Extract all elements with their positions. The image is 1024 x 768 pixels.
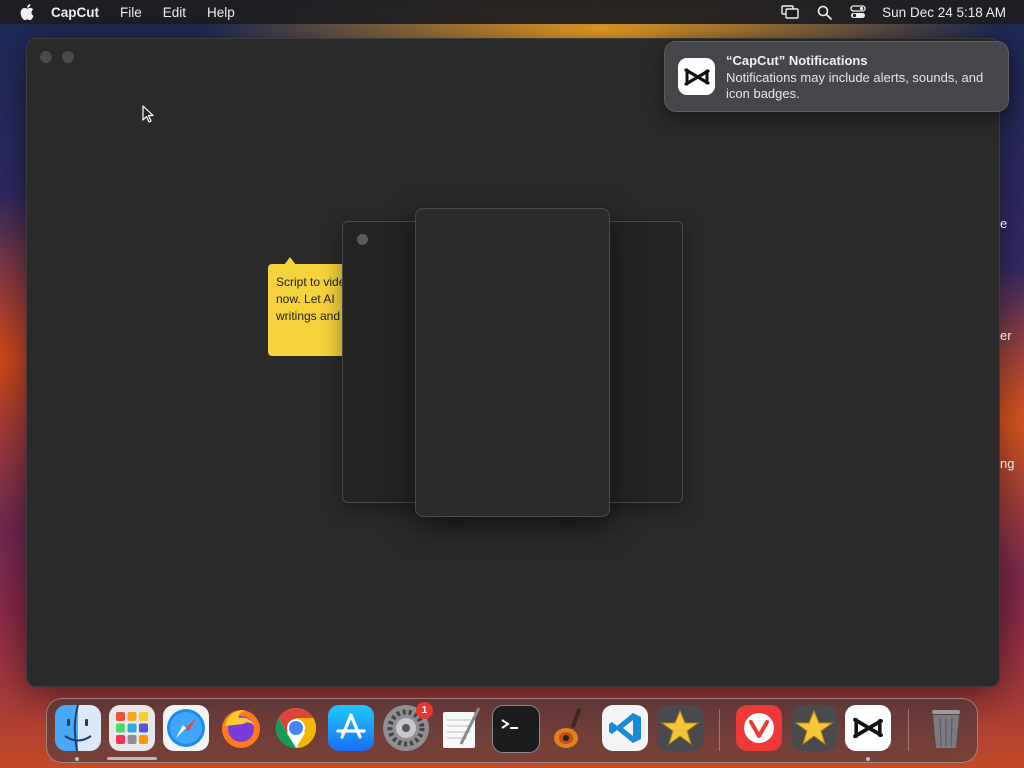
firefox-icon[interactable] — [218, 705, 264, 751]
star-icon[interactable] — [791, 705, 837, 751]
notification-body: Notifications may include alerts, sounds… — [726, 70, 984, 101]
star-icon[interactable] — [657, 705, 703, 751]
control-center-icon[interactable] — [848, 2, 868, 22]
capcut-icon[interactable] — [845, 705, 891, 751]
menu-help[interactable]: Help — [207, 5, 235, 20]
vscode-icon[interactable] — [602, 705, 648, 751]
dock-separator — [719, 709, 720, 751]
menu-bar: CapCut File Edit Help Sun Dec 24 5:18 AM — [0, 0, 1024, 24]
terminal-icon[interactable] — [492, 705, 540, 753]
window-controls — [40, 51, 84, 63]
notification-banner[interactable]: “CapCut” Notifications Notifications may… — [664, 41, 1009, 112]
capcut-icon — [678, 58, 715, 95]
vivaldi-icon[interactable] — [736, 705, 782, 751]
desktop-label-fragment: ng — [1000, 456, 1015, 471]
safari-icon[interactable] — [163, 705, 209, 751]
mouse-cursor-icon — [142, 105, 154, 128]
running-indicator — [866, 757, 870, 761]
desktop-label-fragment: e — [1000, 216, 1008, 231]
running-indicator — [75, 757, 79, 761]
menu-clock[interactable]: Sun Dec 24 5:18 AM — [882, 5, 1006, 20]
card-dot — [357, 234, 368, 245]
search-icon[interactable] — [814, 2, 834, 22]
apple-icon[interactable] — [17, 0, 37, 24]
menu-file[interactable]: File — [120, 5, 142, 20]
chrome-icon[interactable] — [273, 705, 319, 751]
menu-edit[interactable]: Edit — [163, 5, 186, 20]
dock: 1 — [46, 698, 978, 763]
desktop-label-fragment: er — [1000, 328, 1012, 343]
notification-badge: 1 — [416, 702, 433, 719]
finder-icon[interactable] — [55, 705, 101, 751]
trash-icon[interactable] — [923, 705, 969, 751]
close-button[interactable] — [40, 51, 52, 63]
notification-title: “CapCut” Notifications — [726, 53, 868, 68]
guitar-icon[interactable] — [547, 705, 593, 751]
dock-separator — [908, 709, 909, 751]
minimize-button[interactable] — [62, 51, 74, 63]
launchpad-icon[interactable] — [109, 705, 155, 751]
menu-app-name[interactable]: CapCut — [51, 5, 99, 20]
card-center — [415, 208, 610, 517]
app-store-icon[interactable] — [328, 705, 374, 751]
running-indicator — [107, 757, 157, 760]
textedit-icon[interactable] — [438, 705, 484, 751]
screen-mirroring-icon[interactable] — [780, 2, 800, 22]
